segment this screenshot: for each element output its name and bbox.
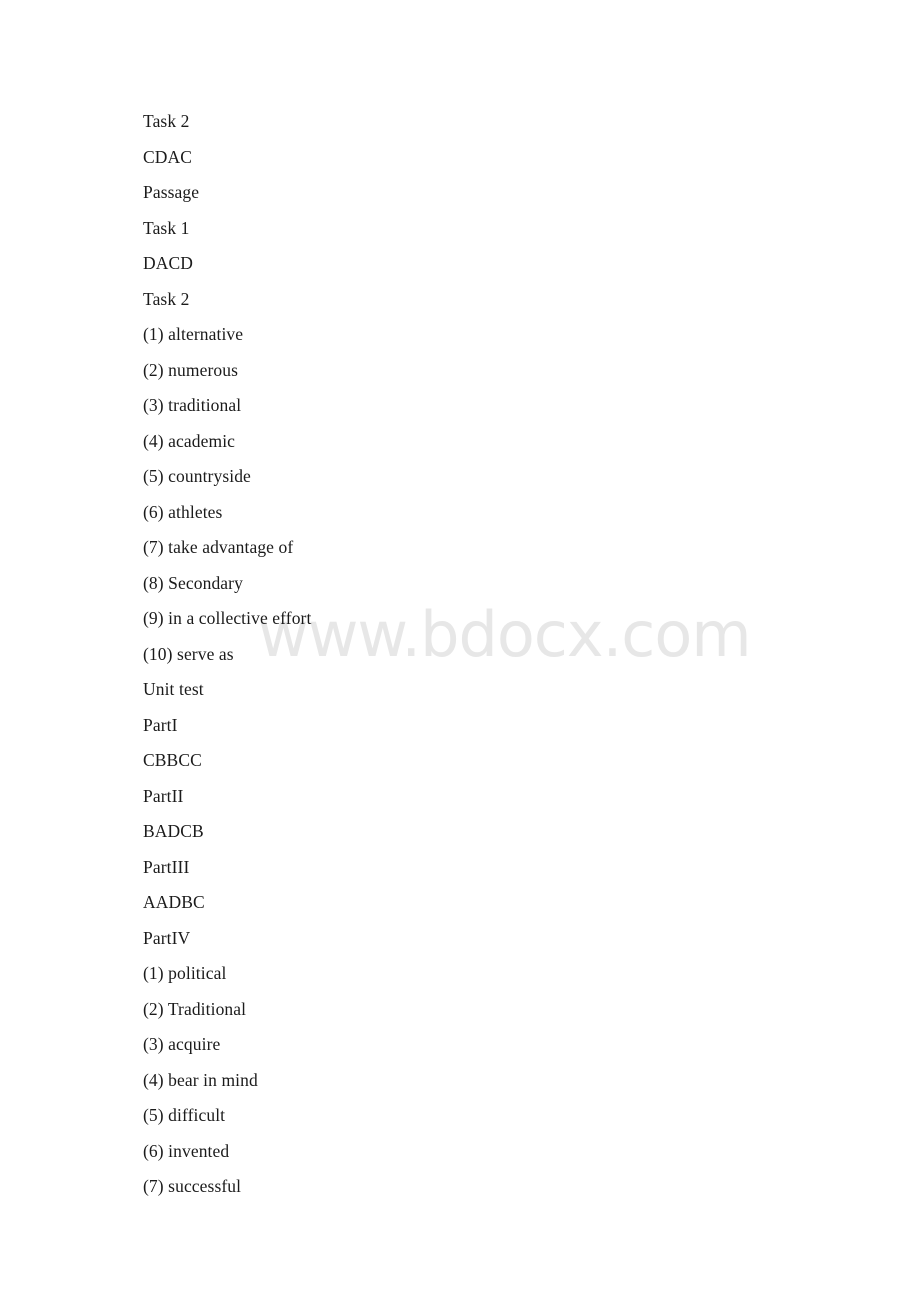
document-line: (1) alternative — [143, 324, 244, 344]
document-line: CBBCC — [143, 750, 202, 770]
document-line: CDAC — [143, 146, 193, 167]
document-line: (3) traditional — [143, 395, 242, 415]
document-line: PartIII — [143, 856, 190, 877]
document-line: Unit test — [143, 679, 204, 699]
document-line: AADBC — [143, 892, 205, 912]
document-line: Passage — [143, 182, 200, 202]
document-line: (4) bear in mind — [143, 1069, 258, 1090]
document-line: Task 2 — [143, 111, 190, 131]
document-line: (2) numerous — [143, 359, 238, 380]
document-line: PartI — [143, 714, 178, 735]
document-line: (6) invented — [143, 1140, 230, 1161]
document-line: BADCB — [143, 821, 204, 841]
document-page: www.bdocx.com Task 2 CDAC Passage Task 1 DAC… — [0, 0, 920, 1302]
document-line: (6) athletes — [143, 501, 223, 522]
document-line: (10) serve as — [143, 643, 234, 664]
document-line: (3) acquire — [143, 1034, 221, 1054]
document-line: (2) Traditional — [143, 998, 247, 1019]
document-line: PartII — [143, 785, 184, 806]
document-line: (5) difficult — [143, 1105, 226, 1125]
document-line: (9) in a collective effort — [143, 608, 312, 628]
document-line: (4) academic — [143, 430, 236, 451]
document-line: (7) take advantage of — [143, 537, 294, 557]
document-line: (1) political — [143, 963, 227, 983]
document-line: PartIV — [143, 927, 191, 948]
document-text-body: Task 2 CDAC Passage Task 1 DACD Task 2 (1) alt… — [143, 104, 843, 1205]
document-line: (5) countryside — [143, 466, 251, 486]
document-line: Task 2 — [143, 288, 190, 309]
document-line: Task 1 — [143, 217, 190, 238]
document-line: (8) Secondary — [143, 572, 243, 593]
document-line: (7) successful — [143, 1176, 242, 1196]
document-line: DACD — [143, 253, 193, 273]
